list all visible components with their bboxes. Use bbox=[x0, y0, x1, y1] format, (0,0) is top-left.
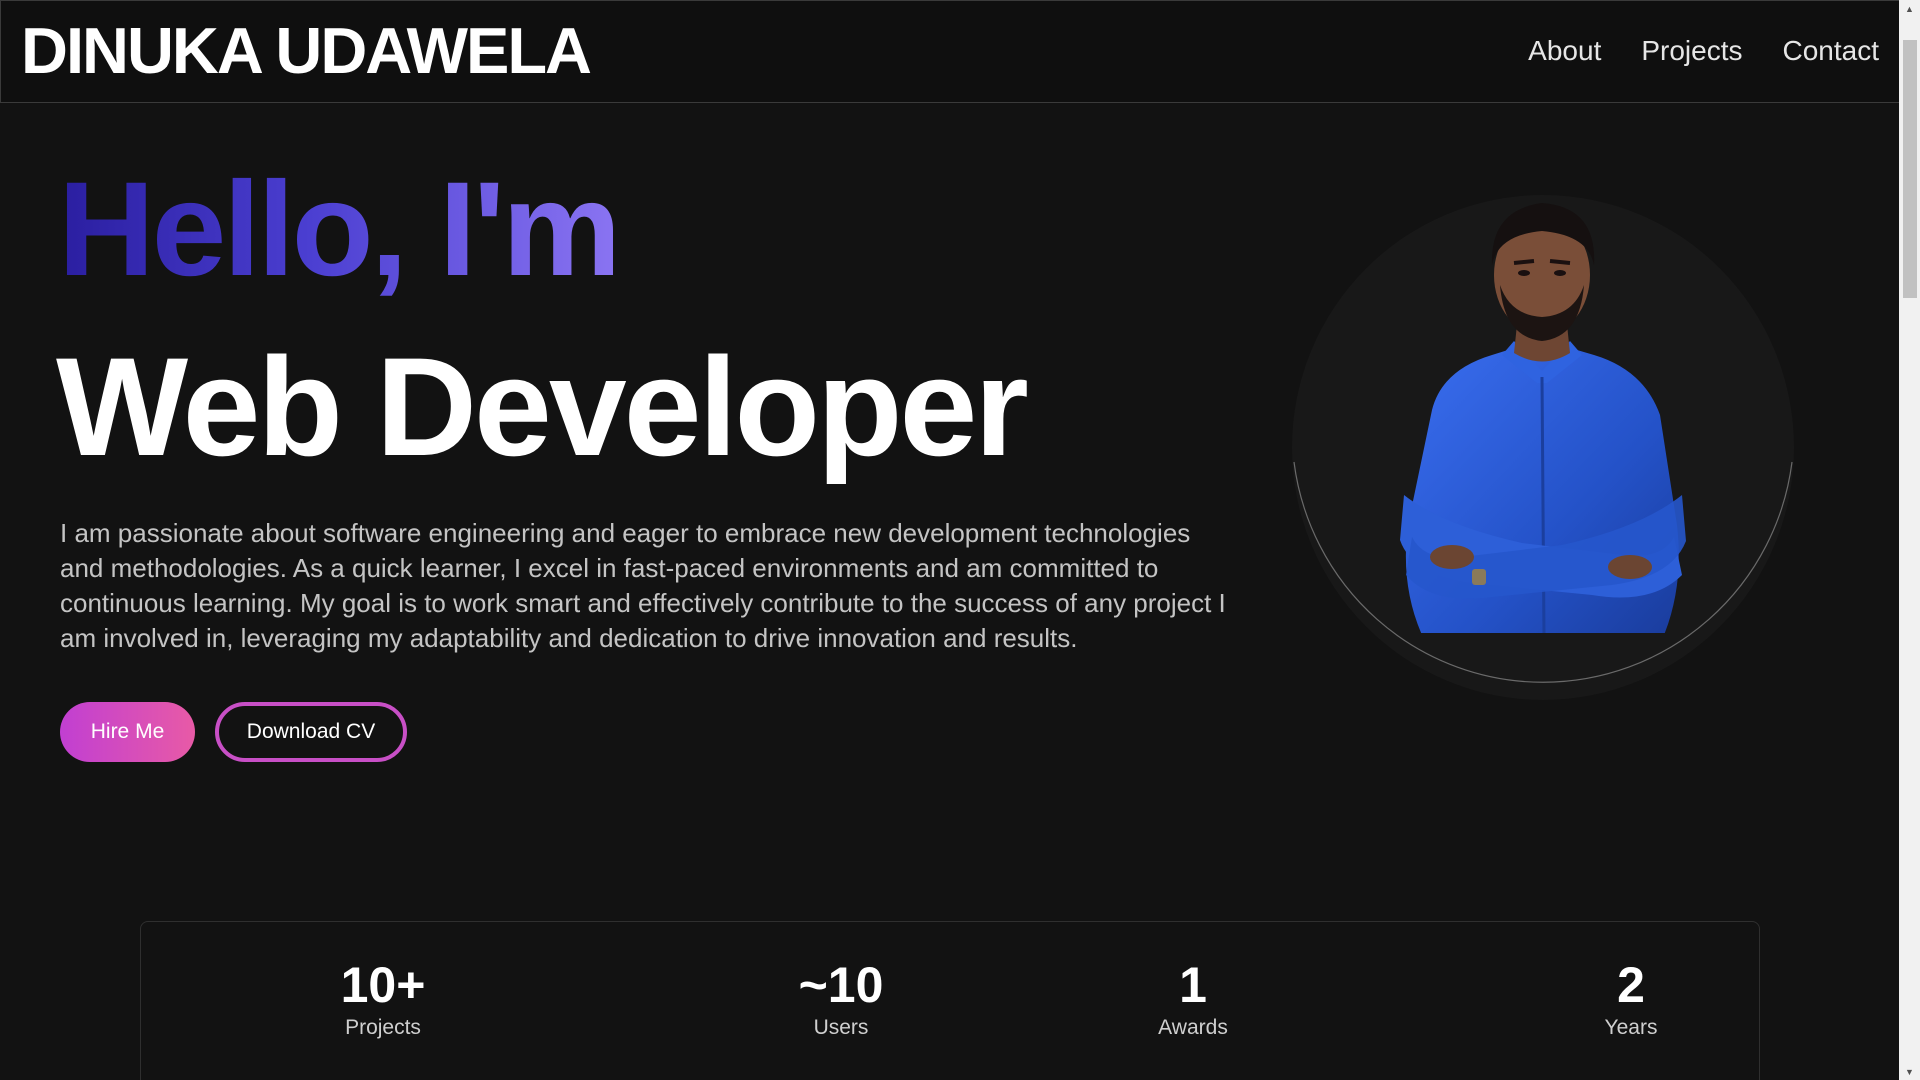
main-nav: About Projects Contact bbox=[1528, 31, 1879, 71]
nav-about-link[interactable]: About bbox=[1528, 31, 1601, 71]
stat-years: 2 Years bbox=[1531, 957, 1731, 1041]
stats-panel: 10+ Projects ~10 Users 1 Awards 2 Years bbox=[140, 921, 1760, 1080]
stat-label: Users bbox=[813, 1016, 869, 1039]
stat-value: 10+ bbox=[340, 957, 426, 1013]
scrollbar-thumb[interactable] bbox=[1903, 40, 1917, 298]
stat-users: ~10 Users bbox=[741, 957, 941, 1041]
scroll-up-arrow-icon[interactable]: ▲ bbox=[1899, 0, 1920, 17]
scroll-down-arrow-icon[interactable]: ▼ bbox=[1899, 1063, 1920, 1080]
hire-me-button[interactable]: Hire Me bbox=[60, 702, 195, 762]
download-cv-button[interactable]: Download CV bbox=[215, 702, 407, 762]
hero-bio: I am passionate about software engineeri… bbox=[60, 518, 1226, 653]
stat-value: 1 bbox=[1179, 957, 1207, 1013]
stat-projects: 10+ Projects bbox=[283, 957, 483, 1041]
site-logo[interactable]: DINUKA UDAWELA bbox=[21, 15, 592, 87]
vertical-scrollbar[interactable]: ▲ ▼ bbox=[1899, 0, 1920, 1080]
person-photo-icon bbox=[1293, 203, 1793, 683]
stat-value: 2 bbox=[1617, 957, 1645, 1013]
stat-label: Projects bbox=[345, 1016, 421, 1039]
stat-awards: 1 Awards bbox=[1093, 957, 1293, 1041]
hero-greeting: Hello, I'm bbox=[58, 155, 621, 304]
nav-contact-link[interactable]: Contact bbox=[1783, 31, 1880, 71]
stat-label: Awards bbox=[1158, 1016, 1228, 1039]
portrait bbox=[1292, 195, 1794, 700]
nav-projects-link[interactable]: Projects bbox=[1641, 31, 1742, 71]
stat-value: ~10 bbox=[798, 957, 884, 1013]
hero-role-title: Web Developer bbox=[56, 328, 1029, 485]
site-header: DINUKA UDAWELA About Projects Contact bbox=[0, 0, 1899, 103]
stat-label: Years bbox=[1604, 1016, 1658, 1039]
page: DINUKA UDAWELA About Projects Contact He… bbox=[0, 0, 1899, 1080]
